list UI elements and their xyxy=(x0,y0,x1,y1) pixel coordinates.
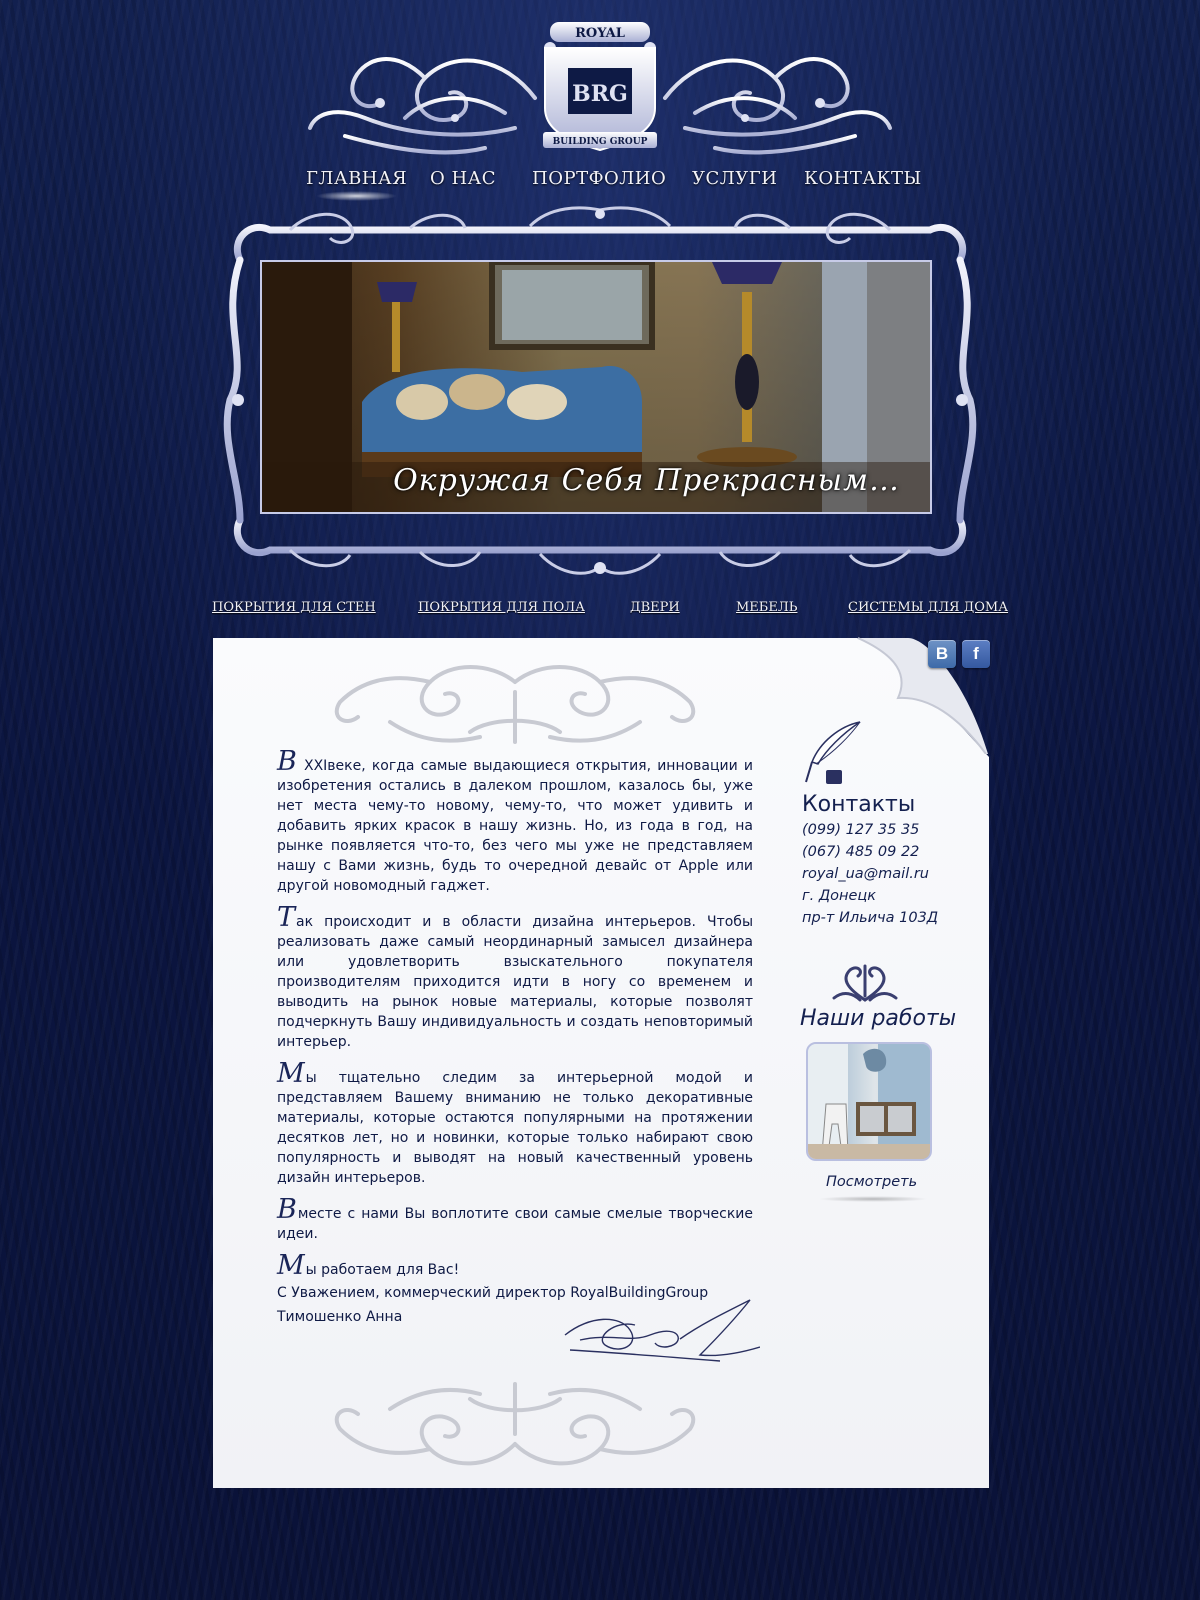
category-wall-coverings[interactable]: ПОКРЫТИЯ ДЛЯ СТЕН xyxy=(212,600,376,615)
contact-phone-1[interactable]: (099) 127 35 35 xyxy=(802,822,919,838)
category-floor-coverings[interactable]: ПОКРЫТИЯ ДЛЯ ПОЛА xyxy=(418,600,585,615)
quill-icon xyxy=(805,721,861,784)
banner: Окружая Себя Прекрасным… xyxy=(210,200,990,580)
dropcap: В xyxy=(277,746,297,777)
banner-interior-photo: Окружая Себя Прекрасным… xyxy=(260,260,932,514)
logo-top-text: ROYAL xyxy=(575,26,625,41)
paragraph-2: Так происходит и в области дизайна интер… xyxy=(277,904,753,1052)
works-title: Наши работы xyxy=(800,1006,957,1031)
category-home-systems[interactable]: СИСТЕМЫ ДЛЯ ДОМА xyxy=(848,600,1008,615)
letter-body: В XXIвеке, когда самые выдающиеся открыт… xyxy=(277,748,753,1295)
category-doors[interactable]: ДВЕРИ xyxy=(630,600,680,615)
works-thumbnail[interactable] xyxy=(806,1042,932,1161)
social-links: Bf xyxy=(922,640,990,672)
facebook-button[interactable]: f xyxy=(962,640,990,668)
ornament-top xyxy=(334,665,696,744)
view-link-shadow xyxy=(818,1196,928,1202)
contacts-title: Контакты xyxy=(802,792,916,817)
vk-button[interactable]: B xyxy=(928,640,956,668)
nav-services[interactable]: УСЛУГИ xyxy=(692,168,777,189)
paragraph-text: месте с нами Вы воплотите свои самые сме… xyxy=(277,1206,753,1242)
category-furniture[interactable]: МЕБЕЛЬ xyxy=(736,600,797,615)
dropcap: М xyxy=(277,1058,305,1089)
handwritten-signature xyxy=(564,1299,760,1362)
nav-contacts[interactable]: КОНТАКТЫ xyxy=(804,168,922,189)
contact-email[interactable]: royal_ua@mail.ru xyxy=(802,866,929,882)
brand-logo[interactable]: ROYAL BRG BUILDING GROUP xyxy=(305,18,895,158)
paragraph-4: Вместе с нами Вы воплотите свои самые см… xyxy=(277,1196,753,1244)
nav-about[interactable]: О НАС xyxy=(430,168,496,189)
curl-ornament-icon xyxy=(832,964,898,1002)
category-nav: ПОКРЫТИЯ ДЛЯ СТЕН ПОКРЫТИЯ ДЛЯ ПОЛА ДВЕР… xyxy=(212,600,1008,622)
banner-slogan: Окружая Себя Прекрасным… xyxy=(393,463,900,498)
contact-address: пр-т Ильича 103Д xyxy=(802,910,939,926)
paragraph-1: В XXIвеке, когда самые выдающиеся открыт… xyxy=(277,748,753,896)
view-works-link[interactable]: Посмотреть xyxy=(826,1174,917,1190)
logo-mark: BRG xyxy=(572,81,628,107)
paragraph-text: ак происходит и в области дизайна интерь… xyxy=(277,914,753,1050)
paragraph-text: ы работаем для Вас! xyxy=(305,1262,460,1278)
paragraph-text: XXIвеке, когда самые выдающиеся открытия… xyxy=(277,758,753,894)
logo-bottom-text: BUILDING GROUP xyxy=(553,137,648,147)
paragraph-5: Мы работаем для Вас! xyxy=(277,1252,753,1280)
contact-city: г. Донецк xyxy=(802,888,877,904)
main-nav: ГЛАВНАЯ О НАС ПОРТФОЛИО УСЛУГИ КОНТАКТЫ xyxy=(300,168,940,201)
contact-phone-2[interactable]: (067) 485 09 22 xyxy=(802,844,919,860)
nav-portfolio[interactable]: ПОРТФОЛИО xyxy=(532,168,666,189)
dropcap: Т xyxy=(277,902,296,933)
ornament-bottom xyxy=(334,1382,696,1466)
dropcap: М xyxy=(277,1250,305,1281)
paragraph-3: Мы тщательно следим за интерьерной модой… xyxy=(277,1060,753,1188)
dropcap: В xyxy=(277,1194,297,1225)
nav-home[interactable]: ГЛАВНАЯ xyxy=(306,168,407,201)
paragraph-text: ы тщательно следим за интерьерной модой … xyxy=(277,1070,753,1186)
